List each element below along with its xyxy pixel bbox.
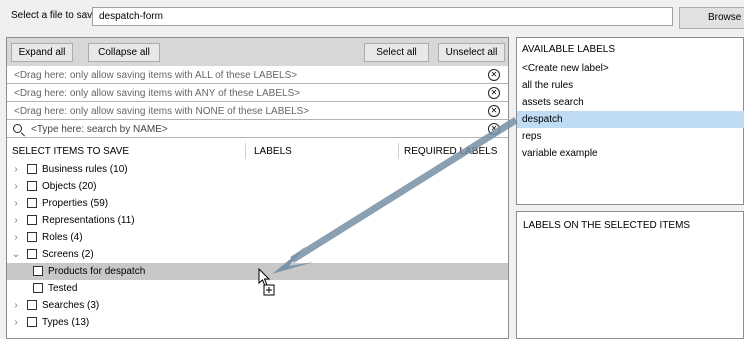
drag-arrow <box>272 117 518 274</box>
drag-cursor-icon <box>258 268 275 296</box>
